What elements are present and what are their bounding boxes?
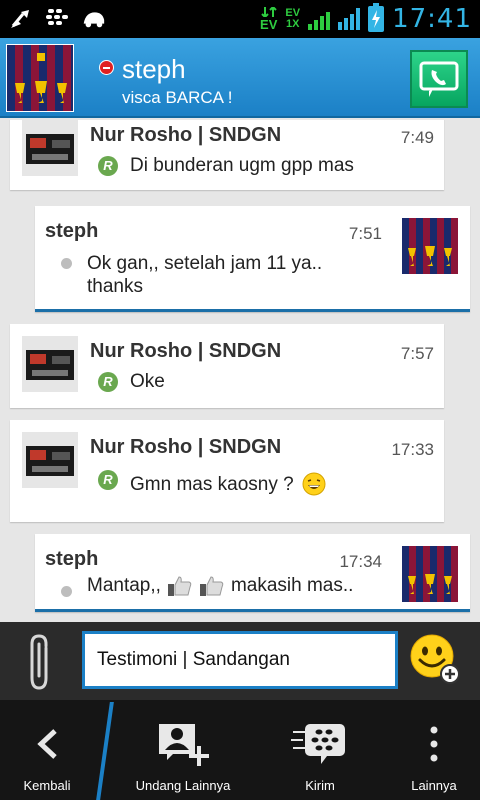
composer-bar [0, 622, 480, 700]
message-sender: Nur Rosho | SNDGN [90, 124, 282, 146]
add-contact-icon [155, 720, 211, 768]
own-avatar[interactable] [402, 218, 458, 274]
message-time: 7:49 [400, 128, 434, 147]
message-text: makasih mas.. [230, 575, 354, 596]
delivered-indicator [61, 258, 72, 269]
thumbs-up-icon [199, 575, 224, 596]
more-button[interactable]: Lainnya [396, 700, 472, 800]
message-text: Ok gan,, setelah jam 11 ya.. thanks [87, 253, 323, 297]
laughing-emoji-icon [302, 472, 326, 496]
invite-more-button[interactable]: Undang Lainnya [118, 700, 248, 800]
more-label: Lainnya [411, 778, 457, 793]
attach-button[interactable] [24, 632, 58, 692]
battery-charging-icon [368, 3, 385, 32]
phone-icon [419, 61, 459, 97]
message-sender: Nur Rosho | SNDGN [90, 436, 282, 458]
blackberry-send-icon [291, 720, 349, 768]
nav-divider [96, 702, 114, 800]
message-body: Mantap,, makasih mas.. [87, 574, 397, 597]
incoming-message[interactable]: Nur Rosho | SNDGN 7:49 R Di bunderan ugm… [10, 120, 444, 190]
message-sender: steph [45, 220, 99, 242]
voice-call-button[interactable] [410, 50, 468, 108]
network-ev-label: EV [260, 5, 277, 31]
emoticon-button[interactable] [410, 634, 460, 684]
read-receipt-icon: R [98, 470, 118, 490]
message-time: 17:34 [339, 552, 382, 571]
broom-icon [8, 6, 34, 30]
message-text: Gmn mas kaosny ? [130, 473, 294, 495]
message-body: Gmn mas kaosny ? [130, 472, 326, 496]
blackberry-icon [44, 6, 70, 30]
sender-avatar[interactable] [22, 120, 78, 176]
paperclip-icon [30, 634, 48, 690]
outgoing-message[interactable]: steph 7:51 Ok gan,, setelah jam 11 ya.. … [35, 206, 470, 312]
message-text: Oke [130, 371, 165, 392]
own-avatar[interactable] [402, 546, 458, 602]
bottom-action-bar: Kembali Undang Lainnya Kirim Lainnya [0, 700, 480, 800]
sender-avatar[interactable] [22, 336, 78, 392]
overflow-menu-icon [429, 720, 439, 768]
signal-icon [308, 8, 331, 30]
signal-strength-icon [338, 8, 361, 30]
busy-status-icon [99, 60, 114, 75]
read-receipt-icon: R [98, 372, 118, 392]
outgoing-message[interactable]: steph 17:34 Mantap,, makasih mas.. [35, 534, 470, 612]
send-label: Kirim [305, 778, 335, 793]
message-input[interactable] [82, 631, 398, 689]
message-time: 7:51 [348, 224, 382, 243]
status-bar: EV EV 1X 17:41 [0, 0, 480, 38]
read-receipt-icon: R [98, 156, 118, 176]
message-list[interactable]: Nur Rosho | SNDGN 7:49 R Di bunderan ugm… [0, 120, 480, 622]
message-text: Di bunderan ugm gpp mas [130, 155, 354, 176]
thumbs-up-icon [167, 575, 192, 596]
back-label: Kembali [23, 778, 71, 793]
contact-avatar[interactable] [6, 44, 74, 112]
network-type-label: EV 1X [285, 7, 301, 30]
message-time: 7:57 [400, 344, 434, 363]
back-button[interactable]: Kembali [0, 700, 94, 800]
message-sender: Nur Rosho | SNDGN [90, 340, 282, 362]
smiley-add-icon [410, 634, 460, 684]
chat-header: steph visca BARCA ! [0, 38, 480, 118]
sender-avatar[interactable] [22, 432, 78, 488]
contact-status-message: visca BARCA ! [122, 88, 233, 107]
contact-name: steph [122, 54, 186, 84]
message-sender: steph [45, 548, 99, 570]
incoming-message[interactable]: Nur Rosho | SNDGN 7:57 R Oke [10, 324, 444, 408]
clock: 17:41 [392, 4, 472, 34]
chevron-left-icon [35, 720, 59, 768]
send-button[interactable]: Kirim [270, 700, 370, 800]
delivered-indicator [61, 586, 72, 597]
invite-more-label: Undang Lainnya [135, 778, 231, 793]
bbm-icon [80, 6, 106, 30]
message-time: 17:33 [391, 440, 434, 459]
message-text: Mantap,, [87, 575, 161, 596]
incoming-message[interactable]: Nur Rosho | SNDGN 17:33 R Gmn mas kaosny… [10, 420, 444, 522]
